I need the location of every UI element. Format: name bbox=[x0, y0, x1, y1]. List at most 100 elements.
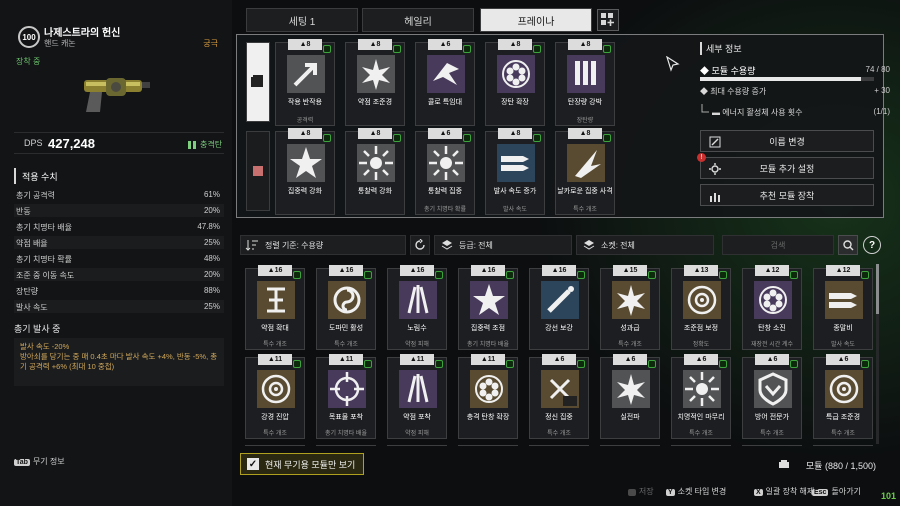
module-cost: 6 bbox=[560, 356, 565, 363]
module-card[interactable]: ▲ 16 강선 보강 bbox=[529, 265, 589, 350]
module-card[interactable]: ▲ 8 집중력 강화 bbox=[275, 128, 335, 215]
mouse-cursor-icon bbox=[666, 56, 680, 72]
module-art bbox=[427, 144, 465, 182]
module-card[interactable] bbox=[316, 445, 376, 446]
starburst-icon bbox=[357, 144, 395, 182]
module-card[interactable]: ▲ 6 통찰력 집중 총기 치명타 확률 bbox=[415, 128, 475, 215]
applied-stats-title: 적용 수치 bbox=[22, 172, 58, 182]
hint-1[interactable]: Y 소켓 타입 변경 bbox=[666, 486, 726, 497]
only-current-weapon-label: 현재 무기용 모듈만 보기 bbox=[265, 459, 356, 470]
module-card[interactable] bbox=[671, 445, 731, 446]
module-card[interactable]: ▲ 12 탄창 소진 재장전 시간 계수 bbox=[742, 265, 802, 350]
help-button[interactable]: ? bbox=[863, 236, 881, 254]
x2-icon bbox=[541, 370, 579, 408]
module-card[interactable]: ▲ 6 치명적인 마무리 특수 개조 bbox=[671, 354, 731, 439]
socket-gem-icon bbox=[648, 271, 656, 279]
stat-value: 25% bbox=[203, 238, 220, 247]
stat-name: 조준 중 이동 속도 bbox=[16, 271, 75, 280]
socket-gem-icon bbox=[648, 360, 656, 368]
module-card[interactable] bbox=[458, 445, 518, 446]
reset-filter-button[interactable] bbox=[410, 235, 430, 255]
corner-number: 101 bbox=[880, 491, 896, 501]
socket-dropdown[interactable]: 소켓: 전체 bbox=[576, 235, 714, 255]
grade-dropdown[interactable]: 등급: 전체 bbox=[434, 235, 572, 255]
claw-icon bbox=[399, 281, 437, 319]
module-extra-settings-button[interactable]: 모듈 추가 설정 bbox=[700, 157, 874, 179]
pencil-icon bbox=[709, 136, 721, 148]
module-card[interactable]: ▲ 6 실전파 bbox=[600, 354, 660, 439]
module-capacity: ▲ 6 bbox=[826, 354, 860, 365]
module-card[interactable] bbox=[742, 445, 802, 446]
module-cost: 11 bbox=[274, 356, 283, 363]
module-card[interactable]: ▲ 6 콜로 특임대 bbox=[415, 39, 475, 126]
hint-3[interactable]: Esc 돌아가기 bbox=[812, 486, 861, 497]
level-badge: 100 bbox=[18, 26, 40, 48]
only-current-weapon-toggle[interactable]: ✓ 현재 무기용 모듈만 보기 bbox=[240, 453, 364, 475]
search-button[interactable] bbox=[838, 235, 858, 255]
module-card[interactable]: ▲ 8 약점 조준경 bbox=[345, 39, 405, 126]
hint-2[interactable]: X 일괄 장착 해제 bbox=[754, 486, 814, 497]
tab-freyna[interactable]: 프레이나 bbox=[480, 8, 592, 32]
module-cost: 11 bbox=[416, 356, 425, 363]
module-capacity: ▲ 8 bbox=[498, 39, 532, 50]
module-card[interactable]: ▲ 8 통찰력 강화 bbox=[345, 128, 405, 215]
weapon-info-hint[interactable]: Tab 무기 정보 bbox=[14, 456, 65, 467]
module-card[interactable]: ▲ 15 성과급 특수 개조 bbox=[600, 265, 660, 350]
module-name: 성과급 bbox=[620, 325, 640, 332]
module-card[interactable]: ▲ 6 방어 전문가 특수 개조 bbox=[742, 354, 802, 439]
module-card[interactable]: ▲ 16 도파민 활성 특수 개조 bbox=[316, 265, 376, 350]
module-card[interactable]: ▲ 16 집중력 조점 총기 치명타 배율 bbox=[458, 265, 518, 350]
module-card[interactable]: ▲ 8 장탄 확장 bbox=[485, 39, 545, 126]
module-card[interactable]: ▲ 8 날카로운 집중 사격 특수 개조 bbox=[555, 128, 615, 215]
module-card[interactable]: ▲ 16 노림수 약점 피해 bbox=[387, 265, 447, 350]
stat-value: 20% bbox=[203, 270, 220, 279]
module-card[interactable]: ▲ 8 탄장량 강박 장탄량 bbox=[555, 39, 615, 126]
cylinder-icon bbox=[497, 55, 535, 93]
hint-0[interactable]: 저장 bbox=[628, 486, 654, 497]
scrollbar-thumb[interactable] bbox=[876, 264, 879, 314]
rename-button[interactable]: 이름 변경 bbox=[700, 130, 874, 152]
module-card[interactable]: ▲ 11 충격 탄창 확장 bbox=[458, 354, 518, 439]
module-card[interactable]: ▲ 11 약점 포착 약점 피해 bbox=[387, 354, 447, 439]
module-cost: 6 bbox=[446, 130, 451, 137]
module-card[interactable]: ▲ 6 정신 집중 특수 개조 bbox=[529, 354, 589, 439]
module-card[interactable] bbox=[245, 445, 305, 446]
module-card[interactable] bbox=[529, 445, 589, 446]
capacity-bar bbox=[700, 77, 874, 81]
module-card[interactable]: ▲ 8 작용 반작용 공격력 bbox=[275, 39, 335, 126]
module-card[interactable]: ▲ 12 종말비 발사 속도 bbox=[813, 265, 873, 350]
module-card[interactable]: ▲ 16 약점 확대 특수 개조 bbox=[245, 265, 305, 350]
module-card[interactable]: ▲ 11 강경 진압 특수 개조 bbox=[245, 354, 305, 439]
module-capacity: ▲ 8 bbox=[288, 39, 322, 50]
layers-icon bbox=[583, 240, 595, 250]
module-capacity: ▲ 11 bbox=[400, 354, 434, 365]
module-card[interactable]: ▲ 13 조준점 보정 정확도 bbox=[671, 265, 731, 350]
inventory-scrollbar[interactable] bbox=[876, 264, 879, 444]
module-card[interactable]: ▲ 11 목표물 포착 총기 치명타 배율 bbox=[316, 354, 376, 439]
rune-icon bbox=[257, 281, 295, 319]
add-tab-button[interactable] bbox=[597, 9, 619, 31]
module-capacity: ▲ 8 bbox=[568, 39, 602, 50]
module-art bbox=[683, 370, 721, 408]
module-card[interactable] bbox=[600, 445, 660, 446]
module-art bbox=[257, 281, 295, 319]
module-card[interactable]: ▲ 6 특급 조준경 특수 개조 bbox=[813, 354, 873, 439]
module-card[interactable] bbox=[387, 445, 447, 446]
socket-gem-icon bbox=[506, 360, 514, 368]
module-name: 치명적인 마무리 bbox=[677, 414, 725, 421]
module-capacity: ▲ 16 bbox=[400, 265, 434, 276]
socket-gem-icon bbox=[364, 271, 372, 279]
module-capacity: ▲ 6 bbox=[613, 354, 647, 365]
tab-hailey[interactable]: 헤일리 bbox=[362, 8, 474, 32]
checkbox-checked: ✓ bbox=[247, 458, 259, 470]
module-card[interactable]: ▲ 8 발사 속도 증가 발사 속도 bbox=[485, 128, 545, 215]
tab-setting-1[interactable]: 세팅 1 bbox=[246, 8, 358, 32]
recommended-modules-button[interactable]: 추천 모듈 장착 bbox=[700, 184, 874, 206]
module-card[interactable] bbox=[813, 445, 873, 446]
socket-gem-icon bbox=[533, 45, 541, 53]
module-art bbox=[357, 144, 395, 182]
module-subtype: 특수 개조 bbox=[547, 431, 571, 437]
search-input[interactable]: 검색 bbox=[722, 235, 834, 255]
sort-dropdown[interactable]: 정렬 기준: 수용량 bbox=[240, 235, 406, 255]
module-subtype: 공격력 bbox=[296, 118, 314, 124]
